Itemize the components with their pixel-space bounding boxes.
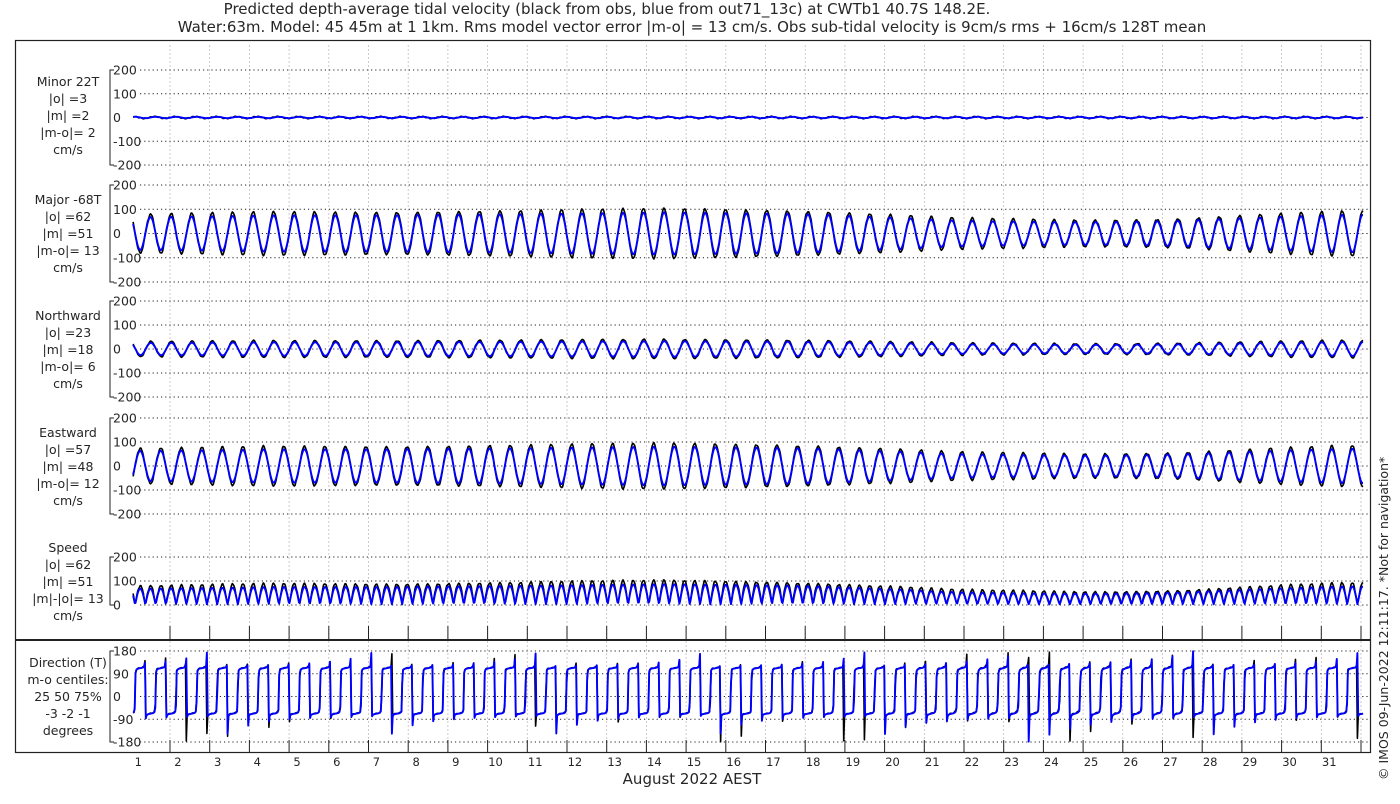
x-tick-label: 19	[846, 755, 861, 769]
minor-y-tick-label: 0	[113, 110, 121, 125]
x-tick-label: 9	[452, 755, 459, 769]
x-tick-label: 28	[1203, 755, 1218, 769]
minor-label: |o| =3	[49, 91, 87, 106]
chart-title-line-1: Predicted depth-average tidal velocity (…	[224, 0, 991, 19]
x-tick-label: 8	[412, 755, 419, 769]
east-label: |o| =57	[45, 442, 91, 457]
x-tick-label: 23	[1004, 755, 1019, 769]
east-y-tick-label: 200	[113, 411, 137, 426]
x-tick-label: 17	[766, 755, 781, 769]
minor-label: |m| =2	[47, 108, 90, 123]
north-label: |o| =23	[45, 325, 91, 340]
direction-y-tick-label: 180	[113, 644, 137, 659]
east-y-tick-label: 100	[113, 435, 137, 450]
chart-title-line-2: Water:63m. Model: 45 45m at 1 1km. Rms m…	[178, 18, 1207, 36]
east-y-tick-label: -100	[113, 483, 141, 498]
minor-label: Minor 22T	[37, 74, 100, 89]
minor-y-tick-label: -200	[113, 158, 141, 173]
figure-frame	[14, 39, 1372, 754]
minor-y-tick-label: 100	[113, 86, 137, 101]
x-axis-label: August 2022 AEST	[623, 770, 762, 788]
x-tick-label: 4	[254, 755, 261, 769]
major-y-tick-label: -100	[113, 250, 141, 265]
x-tick-label: 15	[687, 755, 702, 769]
direction-label: 25 50 75%	[34, 689, 102, 704]
north-y-tick-label: -200	[113, 390, 141, 405]
east-label: |m| =48	[43, 459, 94, 474]
x-tick-label: 30	[1282, 755, 1297, 769]
x-tick-label: 14	[647, 755, 662, 769]
minor-y-tick-label: -100	[113, 134, 141, 149]
direction-y-tick-label: 90	[113, 666, 129, 681]
x-tick-label: 3	[214, 755, 221, 769]
x-tick-label: 7	[373, 755, 380, 769]
watermark: © IMOS 09-Jun-2022 12:11:17. *Not for na…	[1376, 457, 1391, 780]
major-y-tick-label: 200	[113, 178, 137, 193]
x-tick-label: 20	[885, 755, 900, 769]
x-tick-label: 24	[1044, 755, 1059, 769]
minor-y-tick-label: 200	[113, 63, 137, 78]
major-label: Major -68T	[35, 192, 102, 207]
major-label: |m-o|= 13	[36, 243, 99, 258]
east-y-tick-label: 0	[113, 459, 121, 474]
direction-label: Direction (T)	[29, 655, 107, 670]
north-y-tick-label: 100	[113, 318, 137, 333]
x-tick-label: 29	[1243, 755, 1258, 769]
speed-y-tick-label: 0	[113, 598, 121, 613]
major-label: |m| =51	[43, 226, 94, 241]
x-tick-label: 10	[488, 755, 503, 769]
direction-y-tick-label: -90	[113, 712, 133, 727]
speed-model-line	[132, 583, 1364, 606]
major-label: |o| =62	[45, 209, 91, 224]
direction-y-tick-label: 0	[113, 689, 121, 704]
x-tick-label: 21	[925, 755, 940, 769]
speed-label: |m|-|o|= 13	[32, 591, 104, 606]
north-label: cm/s	[53, 376, 83, 391]
x-tick-label: 31	[1322, 755, 1337, 769]
north-y-tick-label: -100	[113, 366, 141, 381]
speed-y-tick-label: 200	[113, 550, 137, 565]
north-label: |m| =18	[43, 342, 94, 357]
x-tick-label: 1	[135, 755, 142, 769]
minor-label: |m-o|= 2	[40, 125, 95, 140]
x-tick-label: 13	[607, 755, 622, 769]
north-label: |m-o|= 6	[40, 359, 95, 374]
north-label: Northward	[35, 308, 101, 323]
speed-y-tick-label: 100	[113, 574, 137, 589]
x-tick-label: 22	[965, 755, 980, 769]
x-tick-label: 18	[806, 755, 821, 769]
east-label: Eastward	[39, 425, 97, 440]
major-y-tick-label: -200	[113, 275, 141, 290]
x-tick-label: 25	[1084, 755, 1099, 769]
speed-label: |m| =51	[43, 574, 94, 589]
east-label: cm/s	[53, 493, 83, 508]
x-tick-label: 11	[528, 755, 543, 769]
x-tick-label: 5	[293, 755, 300, 769]
direction-label: m-o centiles:	[27, 672, 108, 687]
east-y-tick-label: -200	[113, 507, 141, 522]
major-y-tick-label: 100	[113, 202, 137, 217]
speed-label: Speed	[48, 540, 87, 555]
direction-y-tick-label: -180	[113, 735, 141, 750]
direction-label: -3 -2 -1	[45, 706, 90, 721]
x-tick-label: 16	[726, 755, 741, 769]
x-tick-label: 2	[174, 755, 181, 769]
speed-label: cm/s	[53, 608, 83, 623]
major-y-tick-label: 0	[113, 226, 121, 241]
speed-label: |o| =62	[45, 557, 91, 572]
x-tick-label: 6	[333, 755, 340, 769]
north-y-tick-label: 0	[113, 342, 121, 357]
x-tick-label: 26	[1123, 755, 1138, 769]
x-tick-label: 12	[568, 755, 583, 769]
north-y-tick-label: 200	[113, 294, 137, 309]
major-label: cm/s	[53, 260, 83, 275]
x-tick-label: 27	[1163, 755, 1178, 769]
tidal-velocity-chart: Predicted depth-average tidal velocity (…	[14, 0, 1391, 788]
minor-label: cm/s	[53, 142, 83, 157]
east-label: |m-o|= 12	[36, 476, 99, 491]
direction-label: degrees	[43, 723, 93, 738]
